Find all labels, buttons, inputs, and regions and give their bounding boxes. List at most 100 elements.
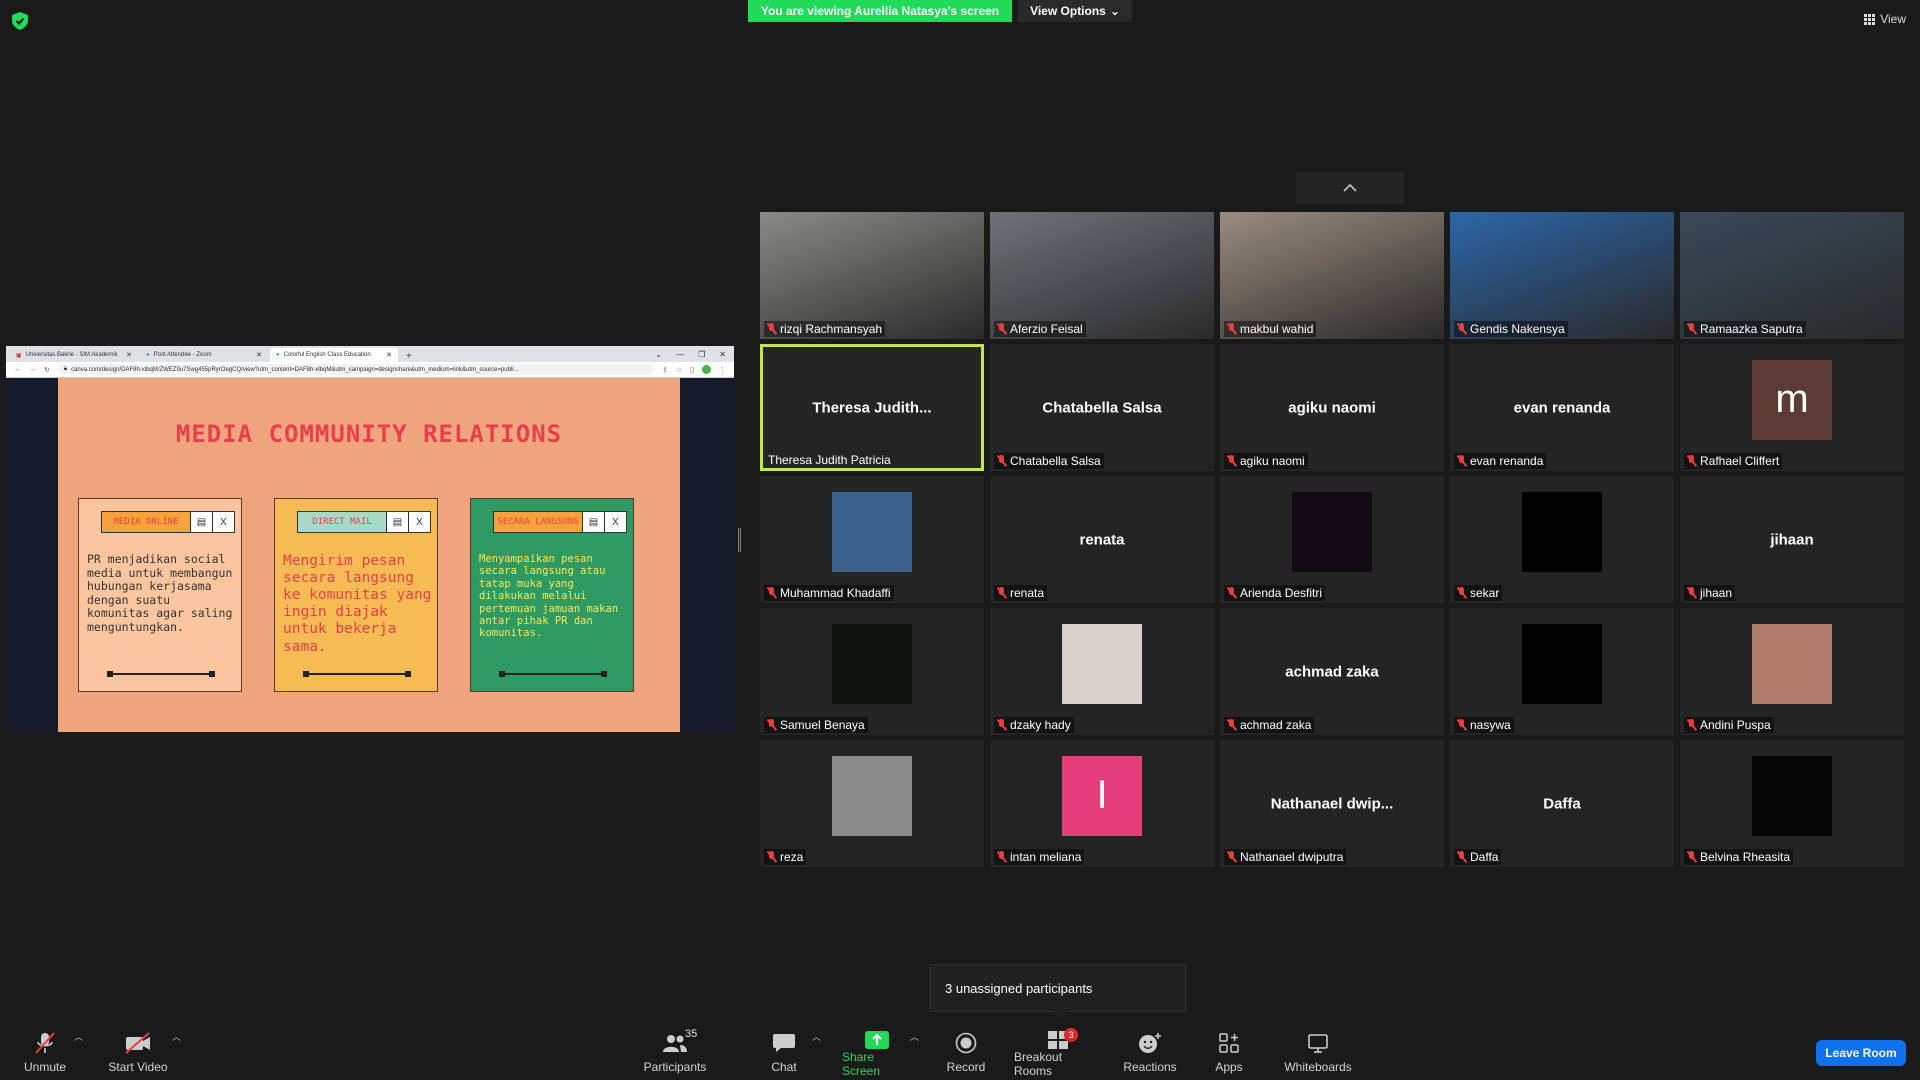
slide-card-media-online: MEDIA ONLINE ▤ X PR menjadikan social me… <box>78 498 242 692</box>
chat-icon <box>770 1030 798 1056</box>
share-options-chevron-icon[interactable]: ︿ <box>910 1030 919 1043</box>
participant-tile[interactable]: Chatabella Salsa Chatabella Salsa <box>990 344 1214 471</box>
browser-tab-strip: ▣ Universitas Bakrie - SIM Akademik ✕ ● … <box>6 346 734 362</box>
participant-name: Gendis Nakensya <box>1470 322 1565 336</box>
record-button[interactable]: Record <box>946 1030 986 1074</box>
breakout-rooms-button[interactable]: 3 Breakout Rooms <box>1014 1028 1102 1078</box>
video-options-chevron-icon[interactable]: ︿ <box>172 1030 181 1043</box>
reactions-button[interactable]: Reactions <box>1123 1030 1177 1074</box>
participant-name-label: Andini Puspa <box>1684 717 1774 733</box>
zoom-meeting-window: You are viewing Aurellia Natasya's scree… <box>0 0 1920 1080</box>
participant-tile[interactable]: m Rafhael Cliffert <box>1680 344 1904 471</box>
share-icon[interactable]: ⇪ <box>662 366 668 374</box>
browser-tab-label: Post Attendee - Zoom <box>153 352 212 358</box>
share-screen-button[interactable]: Share Screen <box>842 1030 912 1078</box>
whiteboards-button[interactable]: Whiteboards <box>1282 1030 1354 1074</box>
participant-tile[interactable]: Samuel Benaya <box>760 608 984 735</box>
participant-name: Theresa Judith Patricia <box>768 453 891 467</box>
split-view-resize-handle[interactable] <box>738 528 741 552</box>
browser-tab-active[interactable]: ● Colorful English Class Education ✕ <box>270 348 398 362</box>
participant-tile[interactable]: evan renanda evan renanda <box>1450 344 1674 471</box>
chat-options-chevron-icon[interactable]: ︿ <box>812 1030 821 1043</box>
participant-tile[interactable]: Belvina Rheasita <box>1680 740 1904 867</box>
favicon-icon: ● <box>276 352 280 358</box>
mic-muted-icon <box>1227 587 1236 599</box>
card-label: MEDIA ONLINE <box>101 511 191 533</box>
favicon-icon: ▣ <box>16 352 22 359</box>
menu-icon[interactable]: ⋮ <box>719 366 726 374</box>
browser-tab[interactable]: ● Post Attendee - Zoom ✕ <box>140 348 268 362</box>
participant-tile[interactable]: Arienda Desfitri <box>1220 476 1444 603</box>
apps-icon <box>1215 1030 1243 1056</box>
mic-muted-icon <box>1457 719 1466 731</box>
participant-tile[interactable]: jihaan jihaan <box>1680 476 1904 603</box>
participant-tile[interactable]: Daffa Daffa <box>1450 740 1674 867</box>
gallery-page-up-button[interactable] <box>1296 172 1404 204</box>
participant-name-label: reza <box>764 849 807 865</box>
participant-tile[interactable]: Aferzio Feisal <box>990 212 1214 339</box>
shared-screen[interactable]: ▣ Universitas Bakrie - SIM Akademik ✕ ● … <box>6 346 734 732</box>
participant-tile[interactable]: achmad zaka achmad zaka <box>1220 608 1444 735</box>
profile-icon[interactable] <box>702 365 711 374</box>
participant-tile[interactable]: Gendis Nakensya <box>1450 212 1674 339</box>
participant-tile[interactable]: sekar <box>1450 476 1674 603</box>
participant-tile[interactable]: dzaky hady <box>990 608 1214 735</box>
participant-tile[interactable]: Nathanael dwip... Nathanael dwiputra <box>1220 740 1444 867</box>
view-options-button[interactable]: View Options ⌄ <box>1018 0 1132 22</box>
participant-tile[interactable]: Theresa Judith... Theresa Judith Patricia <box>760 344 984 471</box>
browser-tab[interactable]: ▣ Universitas Bakrie - SIM Akademik ✕ <box>10 348 138 362</box>
participant-name-label: evan renanda <box>1454 453 1547 469</box>
participant-tile[interactable]: agiku naomi agiku naomi <box>1220 344 1444 471</box>
leave-room-button[interactable]: Leave Room <box>1816 1040 1906 1066</box>
participant-tile[interactable]: Ramaazka Saputra <box>1680 212 1904 339</box>
participant-tile[interactable]: nasywa <box>1450 608 1674 735</box>
participant-name-label: makbul wahid <box>1224 321 1317 337</box>
participant-name-label: agiku naomi <box>1224 453 1308 469</box>
chat-button[interactable]: Chat <box>764 1030 804 1074</box>
forward-icon[interactable]: → <box>29 366 36 373</box>
participant-name-label: Gendis Nakensya <box>1454 321 1568 337</box>
security-shield-icon[interactable] <box>12 12 28 30</box>
participant-tile[interactable]: reza <box>760 740 984 867</box>
unmute-button[interactable]: Unmute <box>22 1030 68 1074</box>
mic-muted-icon <box>1687 587 1696 599</box>
star-icon[interactable]: ☆ <box>676 366 682 374</box>
address-bar[interactable]: 🔒︎ canva.com/design/DAF8h-xlbqM/ZWEZ9u7S… <box>57 364 654 375</box>
participant-tile[interactable]: Iintan meliana <box>990 740 1214 867</box>
participant-tile[interactable]: rizqi Rachmansyah <box>760 212 984 339</box>
start-video-button[interactable]: Start Video <box>106 1030 170 1074</box>
card-title-bar: MEDIA ONLINE ▤ X <box>101 511 235 533</box>
view-button[interactable]: View <box>1864 12 1906 26</box>
chevron-down-icon[interactable]: ⌄ <box>655 350 662 359</box>
whiteboards-label: Whiteboards <box>1284 1060 1352 1074</box>
mic-muted-icon <box>1687 455 1696 467</box>
close-icon[interactable]: ✕ <box>126 351 132 359</box>
participant-name-label: Nathanael dwiputra <box>1224 849 1347 865</box>
card-text: PR menjadikan social media untuk membang… <box>87 552 233 634</box>
participant-tile[interactable]: Muhammad Khadaffi <box>760 476 984 603</box>
close-icon[interactable]: ✕ <box>719 350 726 359</box>
participant-name-label: Aferzio Feisal <box>994 321 1086 337</box>
participant-tile[interactable]: renata renata <box>990 476 1214 603</box>
participant-name: Daffa <box>1470 850 1499 864</box>
close-icon[interactable]: ✕ <box>386 351 392 359</box>
audio-options-chevron-icon[interactable]: ︿ <box>74 1030 83 1043</box>
sidebar-icon[interactable]: ▯ <box>690 366 694 374</box>
restore-icon[interactable]: ❐ <box>698 350 705 359</box>
apps-button[interactable]: Apps <box>1212 1030 1246 1074</box>
back-icon[interactable]: ← <box>14 366 21 373</box>
close-icon[interactable]: ✕ <box>256 351 262 359</box>
close-icon: X <box>605 511 627 533</box>
participant-name-label: Ramaazka Saputra <box>1684 321 1806 337</box>
minimize-icon[interactable]: — <box>676 350 684 359</box>
reload-icon[interactable]: ↻ <box>44 366 50 374</box>
participant-tile[interactable]: Andini Puspa <box>1680 608 1904 735</box>
new-tab-icon[interactable]: + <box>400 351 418 362</box>
participant-avatar <box>1292 491 1372 572</box>
participant-name-label: Samuel Benaya <box>764 717 868 733</box>
participant-display-name: jihaan <box>1770 531 1814 548</box>
participant-name-label: Theresa Judith Patricia <box>765 452 894 468</box>
participants-button[interactable]: 35 Participants <box>640 1028 710 1074</box>
participant-name-label: Daffa <box>1454 849 1502 865</box>
participant-tile[interactable]: makbul wahid <box>1220 212 1444 339</box>
